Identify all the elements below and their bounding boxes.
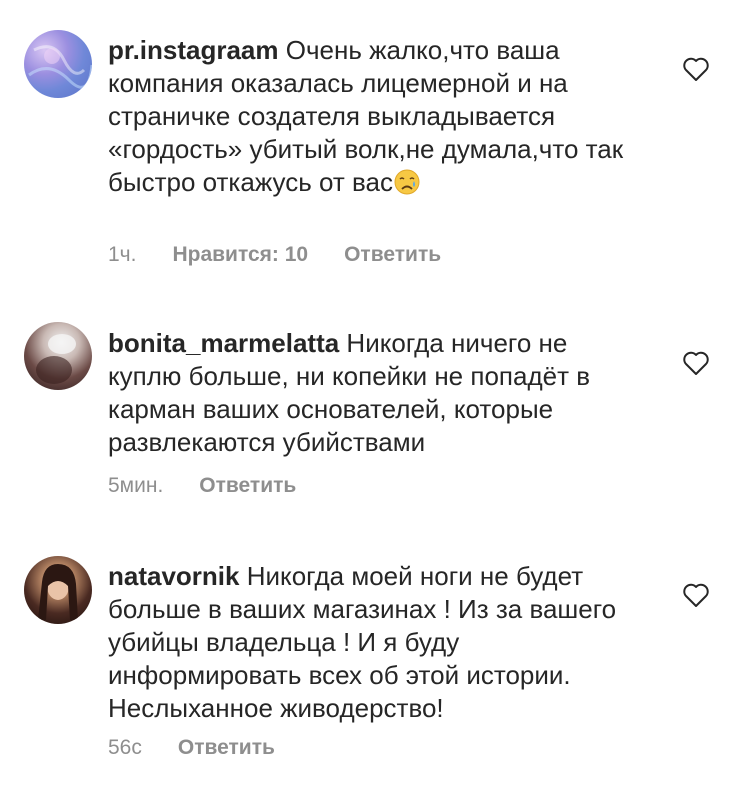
avatar[interactable]	[24, 30, 92, 98]
heart-icon[interactable]	[682, 350, 710, 376]
comment-text: bonita_marmelatta Никогда ничего не купл…	[108, 327, 638, 459]
comment-username[interactable]: natavornik	[108, 561, 240, 591]
reply-button[interactable]: Ответить	[178, 736, 275, 760]
avatar[interactable]	[24, 556, 92, 624]
avatar[interactable]	[24, 322, 92, 390]
crying-face-icon	[394, 169, 420, 195]
reply-button[interactable]: Ответить	[344, 243, 441, 267]
comment-username[interactable]: pr.instagraam	[108, 35, 279, 65]
heart-icon[interactable]	[682, 582, 710, 608]
comment-meta: 1ч. Нравится: 10 Ответить	[108, 243, 441, 267]
likes-count[interactable]: Нравится: 10	[172, 243, 308, 267]
comment-time: 56с	[108, 736, 142, 759]
comment-text: natavornik Никогда моей ноги не будет бо…	[108, 560, 638, 725]
reply-button[interactable]: Ответить	[199, 474, 296, 498]
comment-text: pr.instagraam Очень жалко,что ваша компа…	[108, 34, 638, 199]
comment-username[interactable]: bonita_marmelatta	[108, 328, 339, 358]
heart-icon[interactable]	[682, 56, 710, 82]
comment-meta: 5мин. Ответить	[108, 474, 296, 498]
comment-time: 5мин.	[108, 474, 164, 497]
comment-time: 1ч.	[108, 243, 137, 266]
comment-meta: 56с Ответить	[108, 736, 275, 760]
